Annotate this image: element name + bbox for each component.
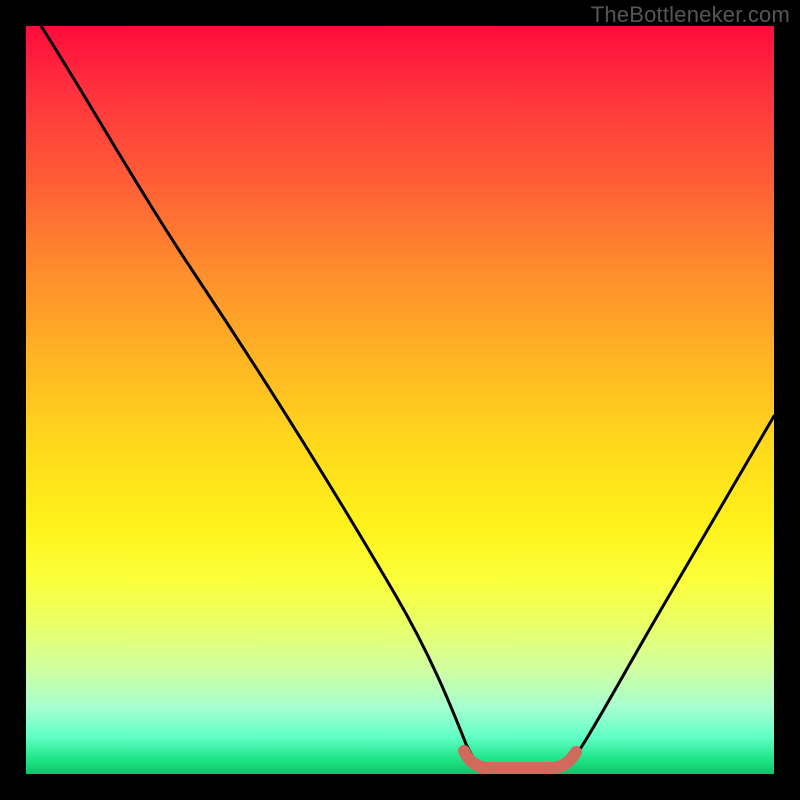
- watermark-text: TheBottleneker.com: [591, 2, 790, 28]
- chart-frame: TheBottleneker.com: [0, 0, 800, 800]
- chart-plot-area: [26, 26, 774, 774]
- optimal-range-marker: [464, 751, 576, 768]
- chart-svg: [26, 26, 774, 774]
- bottleneck-curve: [41, 26, 774, 772]
